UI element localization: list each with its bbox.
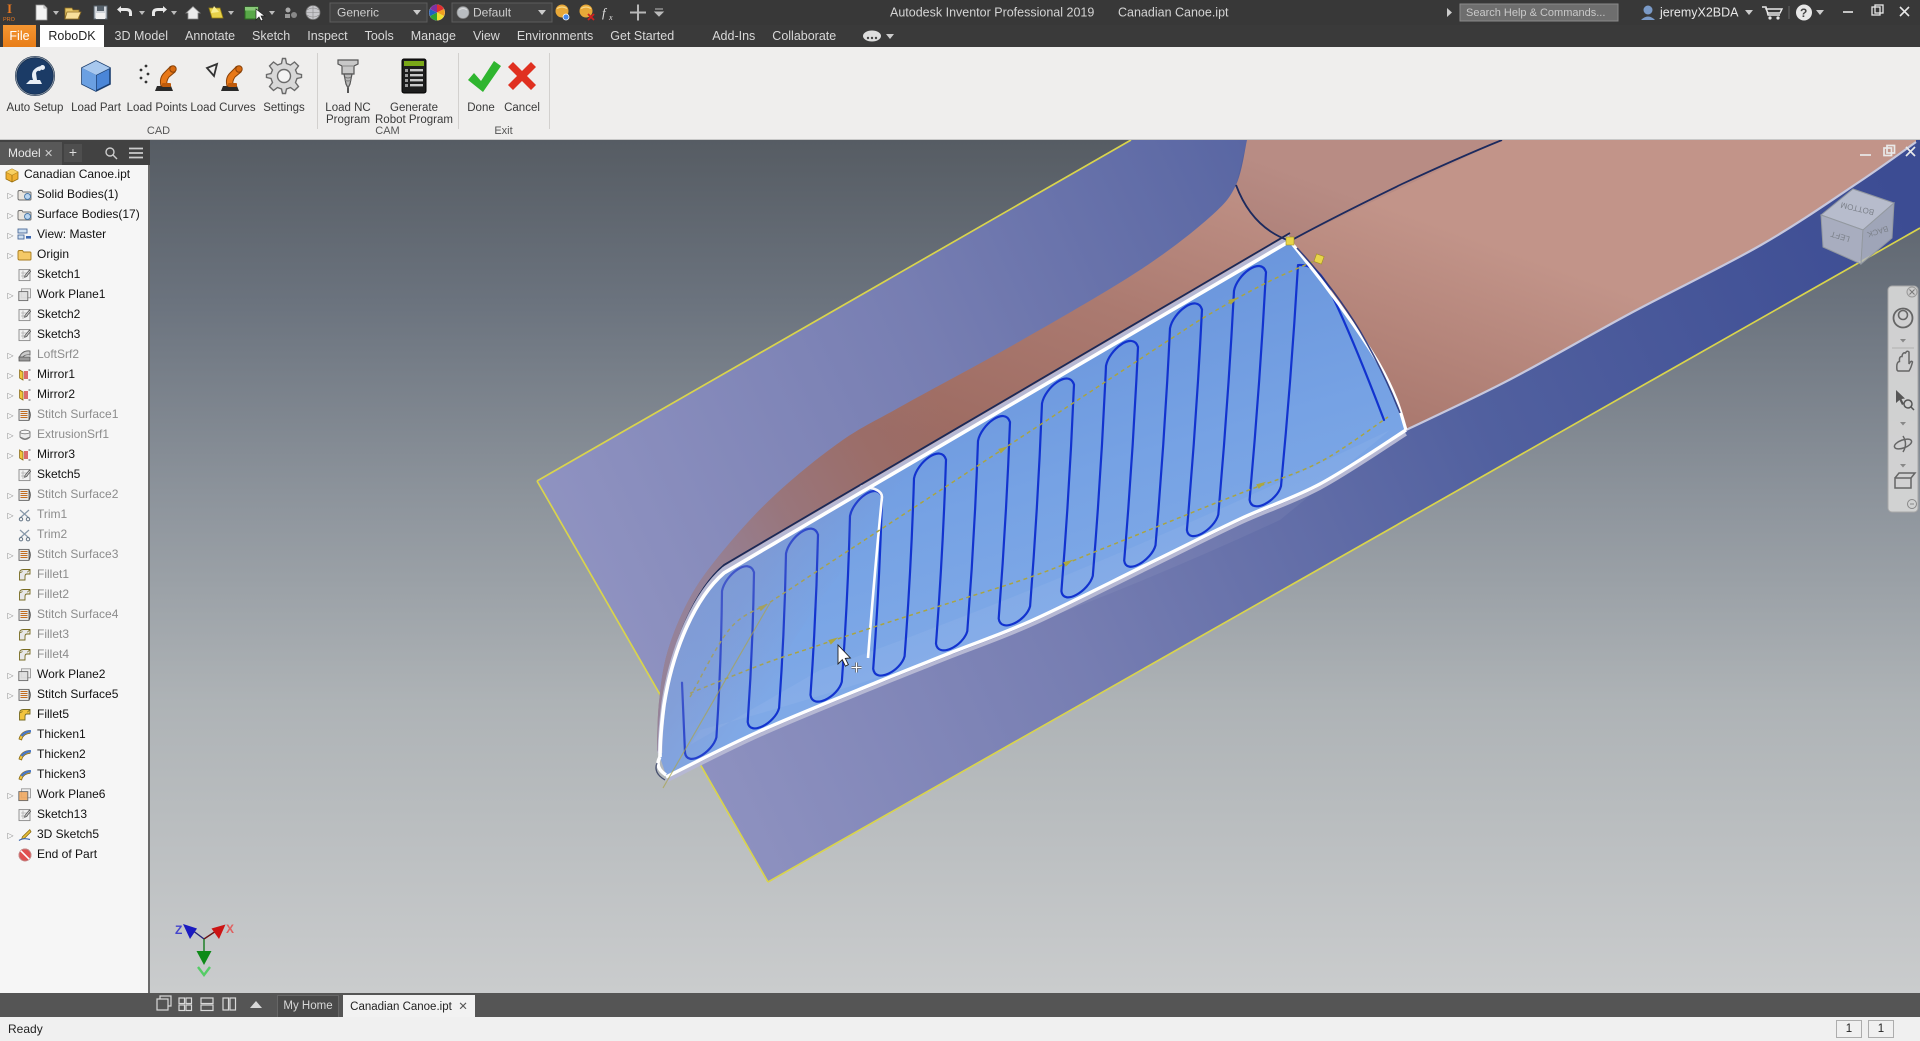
- svg-text:I: I: [7, 1, 12, 16]
- svg-text:Default: Default: [473, 6, 512, 20]
- svg-text:Generic: Generic: [337, 6, 379, 20]
- svg-text:x: x: [608, 13, 613, 22]
- svg-text:f: f: [602, 5, 608, 20]
- svg-text:PRO: PRO: [3, 17, 16, 23]
- svg-text:jeremyX2BDA: jeremyX2BDA: [1659, 6, 1739, 20]
- svg-text:Z: Z: [175, 923, 182, 937]
- svg-text:Canadian Canoe.ipt: Canadian Canoe.ipt: [1118, 6, 1229, 20]
- svg-text:?: ?: [1800, 6, 1807, 20]
- svg-text:X: X: [226, 922, 234, 936]
- svg-text:Search Help & Commands...: Search Help & Commands...: [1466, 7, 1605, 19]
- svg-text:Autodesk Inventor Professional: Autodesk Inventor Professional 2019: [890, 6, 1094, 20]
